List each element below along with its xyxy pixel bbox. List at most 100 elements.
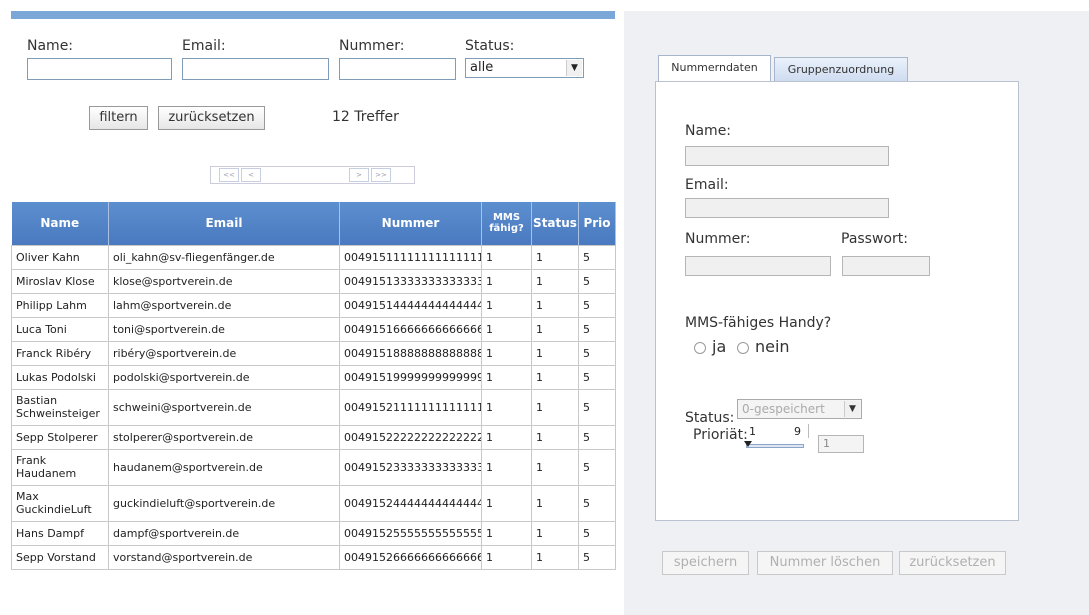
priority-slider-thumb[interactable] <box>744 441 752 447</box>
filter-email-input[interactable] <box>182 58 329 80</box>
column-header-status[interactable]: Status <box>531 202 579 245</box>
chevron-down-icon[interactable]: ▼ <box>844 401 860 417</box>
filter-status-label: Status: <box>465 38 515 54</box>
filter-nummer-input[interactable] <box>339 58 456 80</box>
detail-name-label: Name: <box>685 123 732 139</box>
cell-mms: 1 <box>481 544 532 570</box>
column-header-email[interactable]: Email <box>108 202 340 245</box>
cell-name: Oliver Kahn <box>11 244 109 270</box>
detail-status-select[interactable]: 0-gespeichert ▼ <box>737 399 862 419</box>
cell-mms: 1 <box>481 244 532 270</box>
cell-nummer: 00491519999999999999 <box>339 364 482 390</box>
cell-status: 1 <box>531 484 579 522</box>
tab-nummerndaten[interactable]: Nummerndaten <box>658 55 771 82</box>
table-row[interactable]: Oliver Kahn oli_kahn@sv-fliegenfänger.de 0… <box>11 244 616 270</box>
mms-yes-radio[interactable] <box>694 342 706 354</box>
table-row[interactable]: Sepp Stolperer stolperer@sportverein.de 00… <box>11 424 616 450</box>
priority-slider[interactable] <box>746 444 804 448</box>
filter-nummer-label: Nummer: <box>339 38 405 54</box>
cell-status: 1 <box>531 292 579 318</box>
table-row[interactable]: Franck Ribéry ribéry@sportverein.de 004915… <box>11 340 616 366</box>
next-page-button[interactable]: > <box>349 168 369 182</box>
table-row[interactable]: Lukas Podolski podolski@sportverein.de 004… <box>11 364 616 390</box>
cell-status: 1 <box>531 388 579 426</box>
cell-name: Max GuckindieLuft <box>11 484 109 522</box>
detail-email-input[interactable] <box>685 198 889 218</box>
cell-name: Philipp Lahm <box>11 292 109 318</box>
tab-gruppenzuordnung[interactable]: Gruppenzuordnung <box>774 57 908 81</box>
cell-name: Frank Haudanem <box>11 448 109 486</box>
cell-prio: 5 <box>578 364 616 390</box>
cell-nummer: 00491523333333333333 <box>339 448 482 486</box>
cell-name: Miroslav Klose <box>11 268 109 294</box>
detail-panel-area: Nummerndaten Gruppenzuordnung Name: Emai… <box>624 11 1089 615</box>
table-row[interactable]: Hans Dampf dampf@sportverein.de 0049152555… <box>11 520 616 546</box>
cell-email: oli_kahn@sv-fliegenfänger.de <box>108 244 340 270</box>
cell-nummer: 00491525555555555555 <box>339 520 482 546</box>
cell-prio: 5 <box>578 292 616 318</box>
filter-name-input[interactable] <box>27 58 172 80</box>
column-header-prio[interactable]: Prio <box>578 202 616 245</box>
reset-detail-button[interactable]: zurücksetzen <box>899 551 1006 575</box>
mms-yes-label: ja <box>712 337 727 356</box>
cell-email: klose@sportverein.de <box>108 268 340 294</box>
cell-prio: 5 <box>578 424 616 450</box>
mms-question-label: MMS-fähiges Handy? <box>685 315 832 331</box>
cell-mms: 1 <box>481 424 532 450</box>
mms-no-radio[interactable] <box>737 342 749 354</box>
column-header-name[interactable]: Name <box>11 202 109 245</box>
detail-nummer-label: Nummer: <box>685 231 751 247</box>
filter-name-label: Name: <box>27 38 74 54</box>
detail-status-value: 0-gespeichert <box>742 402 825 416</box>
table-row[interactable]: Bastian Schweinsteiger schweini@sportvere… <box>11 388 616 426</box>
priority-min-label: 1 <box>749 425 756 438</box>
cell-prio: 5 <box>578 268 616 294</box>
detail-nummer-input[interactable] <box>685 256 831 276</box>
last-page-button[interactable]: >> <box>371 168 391 182</box>
cell-nummer: 00491513333333333333 <box>339 268 482 294</box>
column-header-mms[interactable]: MMS fähig? <box>481 202 532 245</box>
column-header-nummer[interactable]: Nummer <box>339 202 482 245</box>
cell-email: toni@sportverein.de <box>108 316 340 342</box>
cell-nummer: 00491522222222222222 <box>339 424 482 450</box>
cell-status: 1 <box>531 244 579 270</box>
filter-status-select[interactable]: alle ▼ <box>465 58 584 78</box>
save-button[interactable]: speichern <box>662 551 749 575</box>
priority-value-input[interactable]: 1 <box>818 435 864 453</box>
cell-email: lahm@sportverein.de <box>108 292 340 318</box>
table-row[interactable]: Sepp Vorstand vorstand@sportverein.de 0049… <box>11 544 616 570</box>
table-header-row: Name Email Nummer MMS fähig? Status Prio <box>11 202 616 245</box>
numbers-table: Name Email Nummer MMS fähig? Status Prio… <box>11 202 616 570</box>
cell-status: 1 <box>531 544 579 570</box>
cell-name: Sepp Stolperer <box>11 424 109 450</box>
cell-nummer: 00491518888888888888 <box>339 340 482 366</box>
table-row[interactable]: Philipp Lahm lahm@sportverein.de 004915144… <box>11 292 616 318</box>
number-detail-form: Name: Email: Nummer: Passwort: MMS-fähig… <box>655 81 1019 521</box>
cell-name: Bastian Schweinsteiger <box>11 388 109 426</box>
cell-nummer: 00491516666666666666 <box>339 316 482 342</box>
result-count: 12 Treffer <box>332 109 399 125</box>
chevron-down-icon[interactable]: ▼ <box>566 60 582 76</box>
priority-max-label: 9 <box>794 425 801 438</box>
table-row[interactable]: Luca Toni toni@sportverein.de 004915166666… <box>11 316 616 342</box>
cell-name: Lukas Podolski <box>11 364 109 390</box>
reset-filter-button[interactable]: zurücksetzen <box>158 106 265 130</box>
cell-mms: 1 <box>481 340 532 366</box>
table-row[interactable]: Miroslav Klose klose@sportverein.de 004915… <box>11 268 616 294</box>
delete-number-button[interactable]: Nummer löschen <box>757 551 893 575</box>
prev-page-button[interactable]: < <box>241 168 261 182</box>
table-row[interactable]: Frank Haudanem haudanem@sportverein.de 004… <box>11 448 616 486</box>
cell-prio: 5 <box>578 388 616 426</box>
detail-name-input[interactable] <box>685 146 889 166</box>
cell-prio: 5 <box>578 448 616 486</box>
table-row[interactable]: Max GuckindieLuft guckindieluft@sportvere… <box>11 484 616 522</box>
cell-mms: 1 <box>481 448 532 486</box>
cell-status: 1 <box>531 424 579 450</box>
detail-passwort-input[interactable] <box>842 256 930 276</box>
cell-mms: 1 <box>481 364 532 390</box>
cell-nummer: 00491526666666666666 <box>339 544 482 570</box>
cell-email: schweini@sportverein.de <box>108 388 340 426</box>
cell-mms: 1 <box>481 316 532 342</box>
filter-button[interactable]: filtern <box>89 106 148 130</box>
first-page-button[interactable]: << <box>219 168 239 182</box>
